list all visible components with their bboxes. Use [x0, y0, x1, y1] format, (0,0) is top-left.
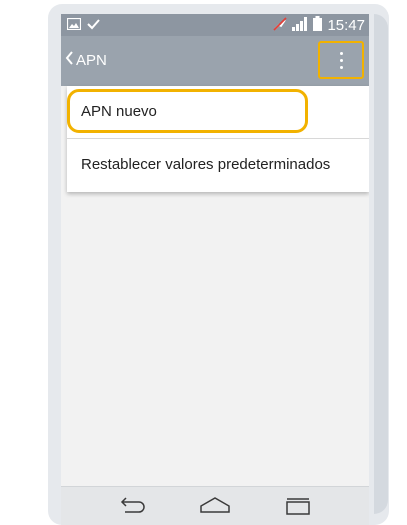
app-bar: APN: [61, 36, 369, 86]
navigation-bar: [61, 486, 369, 525]
mute-icon: [273, 16, 288, 35]
overflow-menu-button[interactable]: [318, 41, 364, 79]
back-button[interactable]: APN: [65, 51, 107, 69]
menu-item-label: Restablecer valores predeterminados: [81, 156, 331, 173]
signal-icon: [292, 16, 308, 35]
page-title: APN: [76, 51, 107, 69]
chevron-left-icon: [65, 51, 74, 69]
back-icon[interactable]: [117, 496, 147, 521]
battery-icon: [313, 16, 323, 35]
status-time: 15:47: [327, 17, 365, 34]
phone-frame-edge: [374, 14, 388, 514]
menu-item-reset-defaults[interactable]: Restablecer valores predeterminados: [67, 139, 369, 191]
phone-screen: 15:47 APN APN nuevo Restablecer valores …: [61, 14, 369, 525]
options-menu: APN nuevo Restablecer valores predetermi…: [67, 86, 369, 192]
more-vertical-icon: [339, 51, 343, 69]
status-bar: 15:47: [61, 14, 369, 36]
check-icon: [87, 17, 100, 35]
home-icon[interactable]: [199, 496, 231, 521]
image-icon: [66, 17, 82, 35]
recent-apps-icon[interactable]: [283, 496, 313, 521]
highlight-box: [67, 89, 308, 133]
